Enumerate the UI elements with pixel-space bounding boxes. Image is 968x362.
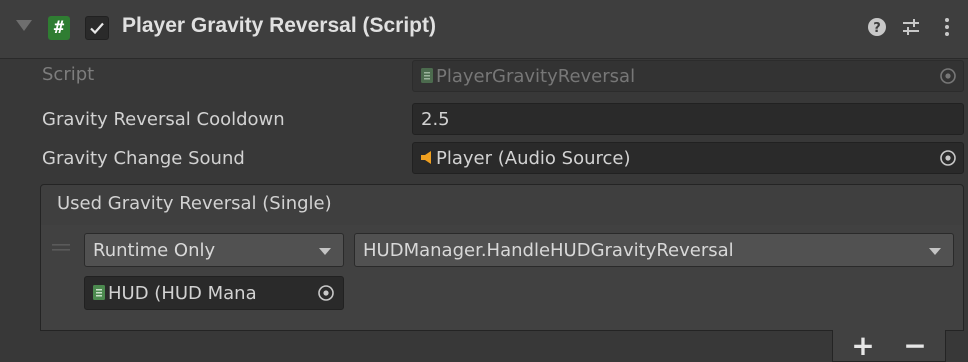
chevron-down-icon <box>319 248 331 255</box>
component-title: Player Gravity Reversal (Script) <box>122 14 436 37</box>
gravity-change-sound-value: Player (Audio Source) <box>421 148 630 169</box>
list-footer: + − <box>832 330 946 362</box>
context-menu-icon[interactable] <box>940 16 954 38</box>
object-picker-icon <box>940 68 956 84</box>
function-value: HUDManager.HandleHUDGravityReversal <box>363 240 734 261</box>
event-header: Used Gravity Reversal (Single) <box>40 184 964 226</box>
component-enabled-checkbox[interactable] <box>85 16 109 40</box>
gravity-change-sound-label: Gravity Change Sound <box>42 148 245 169</box>
listener-target-field[interactable]: HUD (HUD Mana <box>84 276 344 310</box>
object-picker-icon[interactable] <box>317 284 335 302</box>
svg-text:?: ? <box>873 21 881 36</box>
drag-handle-icon[interactable] <box>52 244 70 252</box>
gravity-reversal-cooldown-label: Gravity Reversal Cooldown <box>42 109 285 130</box>
script-asset-icon <box>421 68 433 83</box>
gravity-reversal-cooldown-value: 2.5 <box>421 109 450 130</box>
gravity-change-sound-field[interactable]: Player (Audio Source) <box>412 142 964 174</box>
gravity-reversal-cooldown-input[interactable]: 2.5 <box>412 103 964 135</box>
script-asset-icon <box>93 285 105 300</box>
component-header[interactable]: # Player Gravity Reversal (Script) ? <box>0 0 968 59</box>
object-picker-icon[interactable] <box>939 149 957 167</box>
checkmark-icon <box>90 22 104 35</box>
script-field-value: PlayerGravityReversal <box>421 66 635 87</box>
foldout-arrow-icon[interactable] <box>16 20 32 31</box>
chevron-down-icon <box>929 248 941 255</box>
call-state-value: Runtime Only <box>93 240 216 261</box>
function-dropdown[interactable]: HUDManager.HandleHUDGravityReversal <box>354 233 954 267</box>
audio-source-icon <box>421 151 431 164</box>
script-icon: # <box>48 16 70 40</box>
remove-listener-button[interactable]: − <box>895 330 935 362</box>
event-header-label: Used Gravity Reversal (Single) <box>57 193 332 214</box>
script-field-text: PlayerGravityReversal <box>436 66 636 87</box>
gravity-change-sound-text: Player (Audio Source) <box>436 148 631 169</box>
help-icon[interactable]: ? <box>866 16 888 38</box>
script-field: PlayerGravityReversal <box>412 60 964 92</box>
presets-icon[interactable] <box>900 16 922 38</box>
listener-target-text: HUD (HUD Mana <box>108 283 257 304</box>
call-state-dropdown[interactable]: Runtime Only <box>84 233 344 267</box>
script-label: Script <box>42 64 95 85</box>
add-listener-button[interactable]: + <box>843 330 883 362</box>
inspector-component: # Player Gravity Reversal (Script) ? Scr… <box>0 0 968 362</box>
listener-target-value: HUD (HUD Mana <box>93 283 257 304</box>
